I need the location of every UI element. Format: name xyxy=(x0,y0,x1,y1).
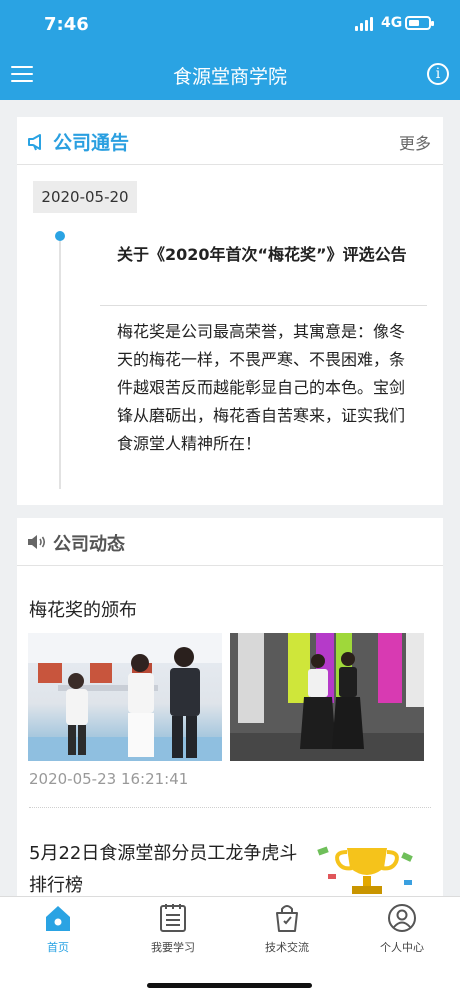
tab-exchange[interactable]: 技术交流 xyxy=(247,903,327,955)
notice-card: 公司通告 更多 2020-05-20 关于《2020年首次“梅花奖”》评选公告 … xyxy=(17,117,443,505)
news-card: 公司动态 梅花奖的颁布 2020-05-23 16:21:41 5月22日食源堂… xyxy=(17,518,443,898)
tab-home[interactable]: 首页 xyxy=(18,903,98,955)
home-indicator xyxy=(147,983,312,988)
user-icon xyxy=(388,904,416,932)
tab-study[interactable]: 我要学习 xyxy=(133,903,213,955)
notice-section-title: 公司通告 xyxy=(53,132,130,154)
info-icon[interactable]: i xyxy=(427,63,449,85)
tab-bar: 首页 我要学习 技术交流 个人中心 xyxy=(0,896,460,997)
signal-icon xyxy=(355,17,375,31)
tab-profile[interactable]: 个人中心 xyxy=(362,903,442,955)
home-icon xyxy=(46,906,70,931)
timeline-line xyxy=(59,241,61,489)
battery-icon xyxy=(405,16,434,30)
news-photo-team[interactable] xyxy=(230,633,424,761)
timeline-dot xyxy=(55,231,65,241)
divider xyxy=(29,807,431,808)
tab-label: 首页 xyxy=(47,941,69,954)
tab-label: 技术交流 xyxy=(265,941,309,954)
network-type: 4G xyxy=(381,15,403,31)
bag-icon xyxy=(276,905,298,932)
speaker-icon xyxy=(28,535,46,549)
news-photo-award[interactable] xyxy=(28,633,222,761)
more-link[interactable]: 更多 xyxy=(399,130,431,154)
news-item-time: 2020-05-23 16:21:41 xyxy=(29,770,189,788)
divider xyxy=(100,305,427,306)
status-time: 7:46 xyxy=(44,14,89,35)
app-header: 7:46 4G 食源堂商学院 i xyxy=(0,0,460,100)
tab-label: 个人中心 xyxy=(380,941,424,954)
notice-body: 梅花奖是公司最高荣誉，其寓意是：像冬天的梅花一样，不畏严寒、不畏困难，条件越艰苦… xyxy=(117,322,406,453)
news-item-title[interactable]: 梅花奖的颁布 xyxy=(29,596,137,622)
status-bar: 7:46 4G xyxy=(0,0,460,50)
notice-card-header: 公司通告 更多 xyxy=(17,117,443,165)
megaphone-icon xyxy=(28,134,41,151)
news-card-header: 公司动态 xyxy=(17,518,443,566)
news-item-title[interactable]: 5月22日食源堂部分员工龙争虎斗排行榜 xyxy=(29,838,299,902)
page-title: 食源堂商学院 xyxy=(172,66,287,88)
tab-label: 我要学习 xyxy=(151,941,195,954)
notice-date: 2020-05-20 xyxy=(33,181,137,213)
trophy-image[interactable] xyxy=(312,840,422,900)
notice-headline[interactable]: 关于《2020年首次“梅花奖”》评选公告 xyxy=(117,241,417,269)
notebook-icon xyxy=(160,904,186,932)
news-section-title: 公司动态 xyxy=(53,534,125,555)
